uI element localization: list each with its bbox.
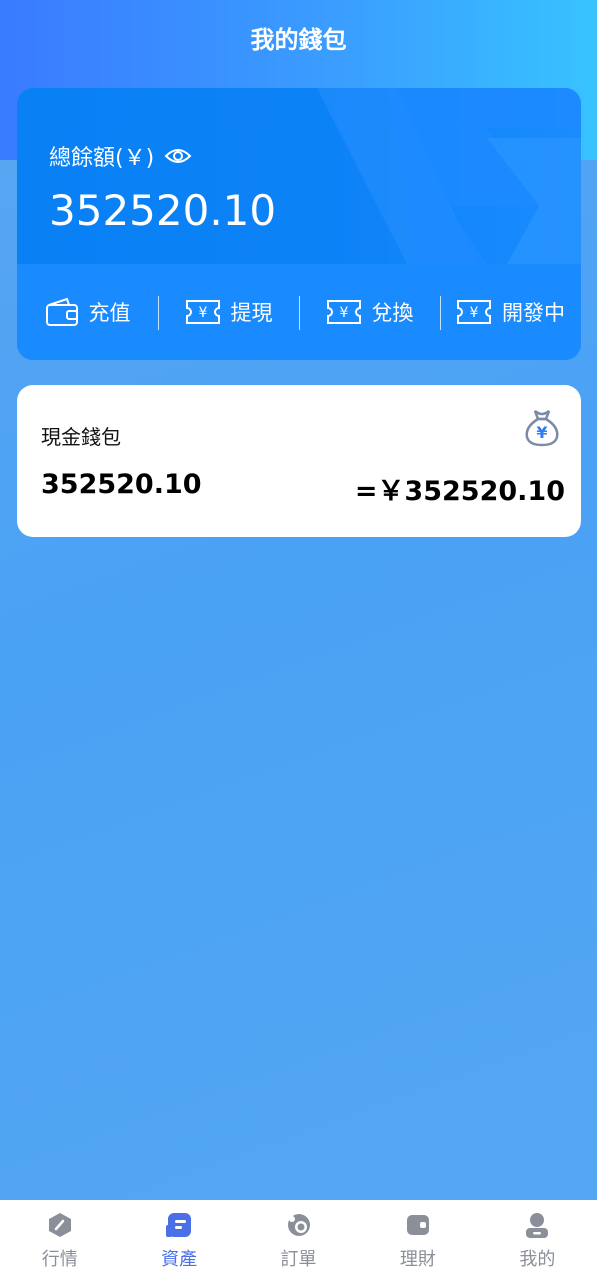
document-icon [166,1213,192,1237]
tab-assets[interactable]: 資產 [119,1200,238,1275]
tab-finance[interactable]: 理財 [358,1200,477,1275]
balance-card: 總餘額(￥) 352520.10 充值 ¥ 提現 ¥ 兌換 ¥ 開發中 [17,88,581,360]
card-decoration [317,88,581,264]
tab-orders[interactable]: 訂單 [239,1200,358,1275]
tab-market[interactable]: 行情 [0,1200,119,1275]
svg-text:¥: ¥ [470,305,479,321]
action-bar: 充值 ¥ 提現 ¥ 兌換 ¥ 開發中 [17,264,581,360]
tab-orders-label: 訂單 [280,1249,317,1270]
wallet-icon [406,1215,429,1235]
recharge-button[interactable]: 充值 [17,264,158,360]
wallet-icon [45,297,78,326]
tab-mine-label: 我的 [519,1249,556,1270]
balance-summary: 總餘額(￥) 352520.10 [17,88,581,264]
total-balance-value: 352520.10 [49,186,277,235]
ticket-yen-icon: ¥ [457,300,491,324]
tab-market-label: 行情 [41,1249,78,1270]
wallet-name: 現金錢包 [41,425,121,449]
exchange-label: 兌換 [371,301,414,325]
wallet-amount: 352520.10 [41,469,202,500]
ticket-yen-icon: ¥ [185,300,220,324]
wallet-equivalent: =￥352520.10 [354,476,565,507]
orders-icon [287,1214,310,1236]
withdraw-label: 提現 [230,301,273,325]
cash-wallet-card[interactable]: 現金錢包 ¥ 352520.10 =￥352520.10 [17,385,581,537]
svg-text:¥: ¥ [198,305,207,321]
tab-finance-label: 理財 [399,1249,436,1270]
total-balance-label-text: 總餘額(￥) [49,146,155,171]
page-title: 我的錢包 [250,26,347,54]
eye-icon[interactable] [164,146,192,166]
money-bag-icon: ¥ [525,410,559,447]
svg-text:¥: ¥ [339,305,348,321]
svg-text:¥: ¥ [536,423,547,442]
bottom-tab-bar: 行情 資產 訂單 理財 我的 [0,1200,597,1275]
compass-icon [48,1213,71,1237]
withdraw-button[interactable]: ¥ 提現 [158,264,299,360]
tab-assets-label: 資產 [161,1249,198,1270]
in-development-button[interactable]: ¥ 開發中 [440,264,581,360]
tab-mine[interactable]: 我的 [478,1200,597,1275]
user-icon [526,1213,549,1238]
total-balance-label: 總餘額(￥) [49,140,192,172]
exchange-button[interactable]: ¥ 兌換 [299,264,440,360]
recharge-label: 充值 [88,301,131,325]
in-development-label: 開發中 [502,301,565,325]
ticket-yen-icon: ¥ [326,300,361,324]
